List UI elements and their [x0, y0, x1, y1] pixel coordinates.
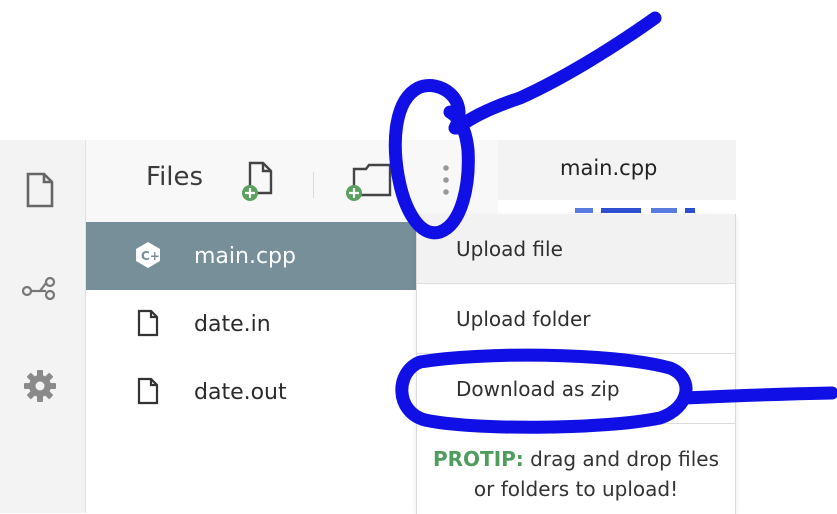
- files-panel-header: Files: [86, 140, 498, 222]
- menu-item-download-zip[interactable]: Download as zip: [417, 354, 735, 424]
- tab-main-cpp[interactable]: main.cpp: [560, 156, 657, 180]
- cpp-logo-icon: C+: [134, 240, 162, 270]
- files-title: Files: [146, 162, 204, 192]
- new-folder-icon[interactable]: [340, 157, 392, 207]
- menu-item-upload-file[interactable]: Upload file: [417, 214, 735, 284]
- share-icon[interactable]: [22, 270, 58, 306]
- file-tree: C+ main.cpp date.in date.out: [86, 222, 416, 426]
- file-name: date.out: [194, 379, 287, 405]
- protip-message: PROTIP: drag and drop files or folders t…: [417, 424, 735, 504]
- file-name: main.cpp: [194, 243, 296, 269]
- gear-icon[interactable]: [22, 368, 58, 404]
- more-vertical-icon: [442, 164, 450, 200]
- file-row-date-out[interactable]: date.out: [86, 358, 416, 426]
- file-icon: [134, 376, 162, 406]
- code-preview-fragment: [575, 201, 705, 213]
- upload-options-menu: Upload file Upload folder Download as zi…: [416, 214, 736, 514]
- activity-bar: [0, 140, 86, 513]
- protip-label: PROTIP:: [432, 447, 524, 471]
- new-file-icon[interactable]: [240, 160, 278, 208]
- file-icon: [134, 308, 162, 338]
- menu-item-upload-folder[interactable]: Upload folder: [417, 284, 735, 354]
- annotation-arrow-line: [451, 11, 662, 135]
- file-row-date-in[interactable]: date.in: [86, 290, 416, 358]
- editor-tab-bar: main.cpp: [498, 140, 736, 200]
- file-row-main-cpp[interactable]: C+ main.cpp: [86, 222, 416, 290]
- file-name: date.in: [194, 311, 271, 337]
- header-divider: [313, 172, 314, 198]
- svg-text:C+: C+: [141, 249, 160, 263]
- more-options-button[interactable]: [408, 142, 484, 222]
- file-icon[interactable]: [22, 172, 58, 208]
